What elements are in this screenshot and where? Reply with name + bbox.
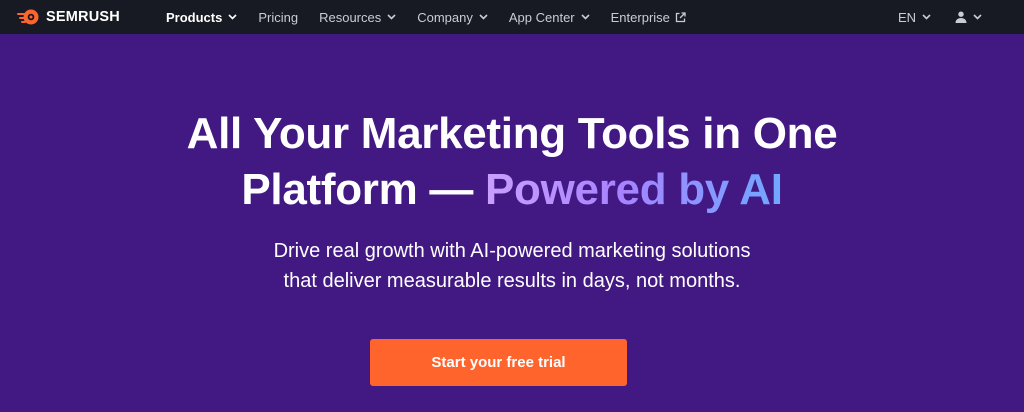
nav-item-company[interactable]: Company (417, 10, 488, 25)
top-navbar: SEMRUSH Products Pricing Resources Compa… (0, 0, 1024, 34)
nav-item-products[interactable]: Products (166, 10, 237, 25)
chevron-down-icon (581, 14, 590, 20)
nav-right: EN (898, 0, 982, 34)
user-menu[interactable] (955, 11, 982, 23)
main-nav: Products Pricing Resources Company App C… (166, 0, 707, 34)
hero-section: All Your Marketing Tools in One Platform… (0, 34, 1024, 412)
start-free-trial-button[interactable]: Start your free trial (370, 339, 627, 386)
nav-item-label: App Center (508, 9, 575, 25)
chevron-down-icon (228, 14, 237, 20)
nav-item-label: Company (417, 9, 473, 25)
semrush-logo[interactable]: SEMRUSH (16, 6, 120, 28)
chevron-down-icon (479, 14, 488, 20)
chevron-down-icon (973, 14, 982, 20)
user-icon (955, 11, 967, 23)
nav-item-label: Resources (319, 9, 382, 25)
headline-line-1: All Your Marketing Tools in One (186, 109, 838, 158)
headline-accent: Powered by AI (484, 165, 783, 214)
hero-subheading: Drive real growth with AI-powered market… (0, 236, 1024, 296)
semrush-fireball-icon (17, 9, 39, 25)
subhead-line-2: that deliver measurable results in days,… (283, 270, 741, 292)
nav-item-enterprise[interactable]: Enterprise (611, 10, 686, 25)
language-selector[interactable]: EN (898, 10, 931, 25)
nav-item-resources[interactable]: Resources (319, 10, 396, 25)
chevron-down-icon (387, 14, 396, 20)
hero-headline: All Your Marketing Tools in One Platform… (0, 106, 1024, 218)
nav-item-label: Products (166, 9, 223, 25)
nav-item-label: Enterprise (610, 9, 670, 25)
nav-item-pricing[interactable]: Pricing (258, 10, 298, 25)
chevron-down-icon (922, 14, 931, 20)
headline-line-2-prefix: Platform — (241, 165, 474, 214)
nav-item-app-center[interactable]: App Center (509, 10, 590, 25)
external-link-icon (675, 11, 686, 22)
subhead-line-1: Drive real growth with AI-powered market… (273, 240, 751, 262)
language-label: EN (897, 9, 916, 25)
nav-item-label: Pricing (258, 9, 299, 25)
brand-name: SEMRUSH (46, 9, 120, 25)
